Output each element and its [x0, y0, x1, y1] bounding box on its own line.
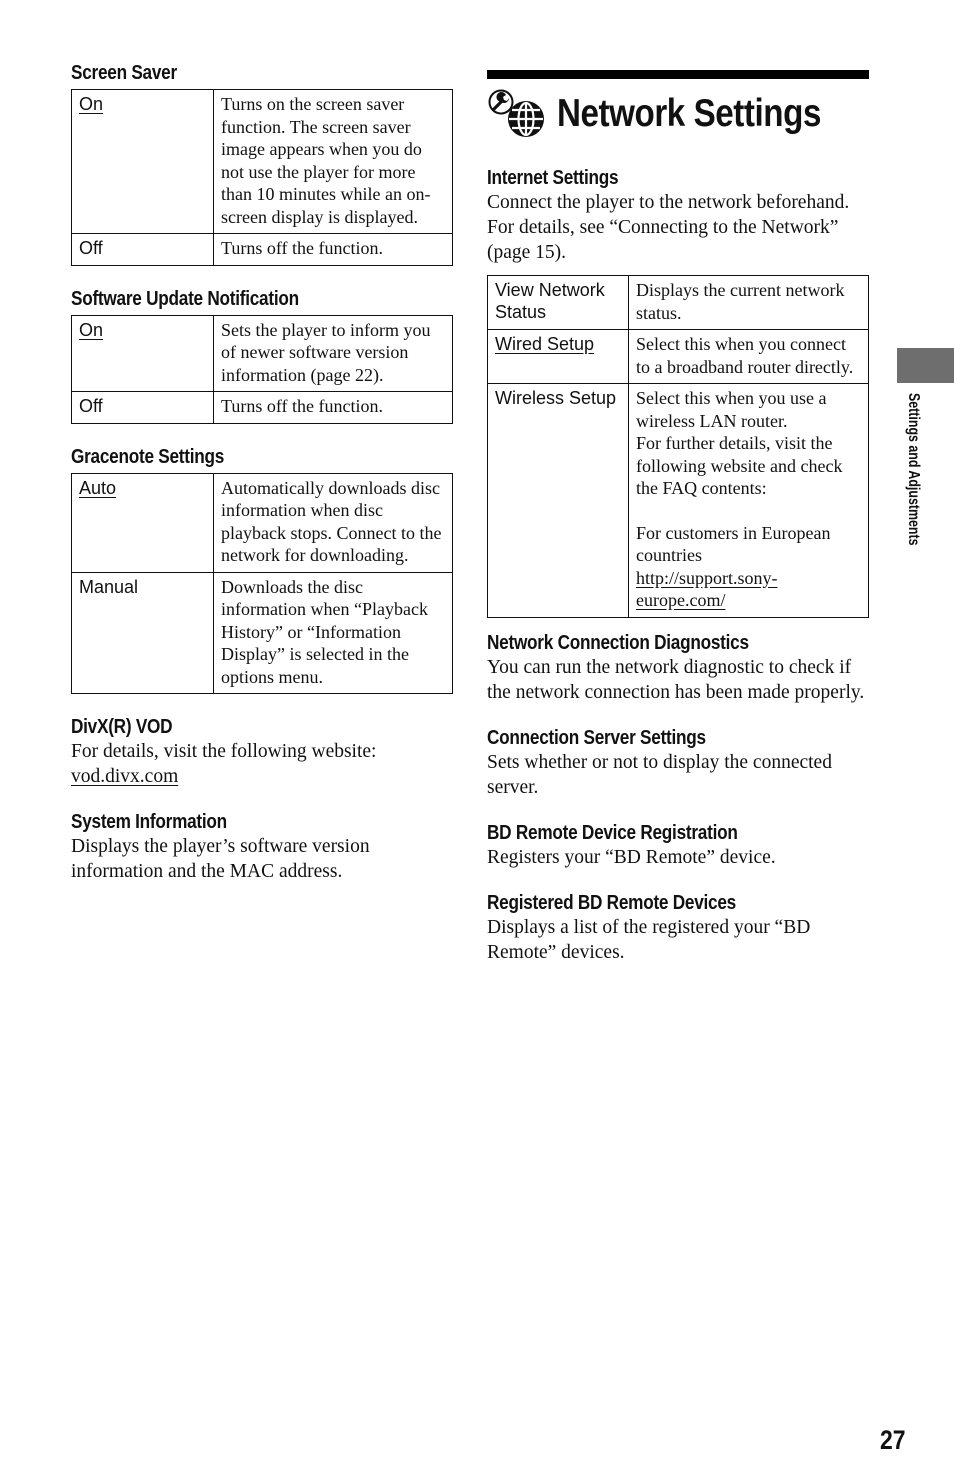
table-row: View Network Status Displays the current…	[487, 275, 869, 330]
description-cell: Turns off the function.	[213, 391, 453, 424]
option-label-default: On	[79, 319, 104, 340]
diagnostics-section: Network Connection Diagnostics You can r…	[487, 632, 869, 705]
option-label: Off	[79, 396, 103, 416]
divx-section: DivX(R) VOD For details, visit the follo…	[71, 716, 453, 789]
page-number: 27	[880, 1425, 906, 1455]
system-info-section: System Information Displays the player’s…	[71, 811, 453, 884]
option-label: Manual	[79, 576, 139, 597]
section-heading: Registered BD Remote Devices	[487, 891, 736, 914]
section-text: Sets whether or not to display the conne…	[487, 751, 832, 798]
description-cell: Select this when you use a wireless LAN …	[628, 383, 869, 618]
description-cell: Turns off the function.	[213, 233, 453, 266]
section-heading: Software Update Notification	[71, 287, 299, 310]
section-heading: Connection Server Settings	[487, 726, 706, 749]
software-update-section: Software Update Notification On Sets the…	[71, 288, 453, 424]
options-table: View Network Status Displays the current…	[487, 275, 869, 618]
title-rule	[487, 70, 869, 79]
option-cell: Manual	[71, 571, 214, 694]
option-label: Wireless Setup	[495, 388, 617, 408]
option-label: View Network Status	[495, 280, 605, 322]
chapter-tab	[897, 348, 954, 383]
page-title-row: Network Settings	[487, 85, 869, 143]
wrench-globe-icon	[488, 89, 544, 137]
option-label-default: On	[79, 94, 104, 114]
description-line: Select this when you use a wireless LAN …	[636, 388, 827, 431]
options-table: Auto Automatically downloads disc inform…	[71, 472, 453, 695]
table-row: Off Turns off the function.	[71, 233, 453, 266]
section-text: You can run the network diagnostic to ch…	[487, 656, 865, 703]
table-row: Wired Setup Select this when you connect…	[487, 329, 869, 384]
section-heading: DivX(R) VOD	[71, 716, 173, 738]
option-cell: Wireless Setup	[487, 383, 629, 618]
section-heading: Network Connection Diagnostics	[487, 631, 749, 654]
chapter-label-text: Settings and Adjustments	[905, 393, 922, 546]
option-cell: Off	[71, 233, 214, 266]
description-cell: Downloads the disc information when “Pla…	[213, 571, 453, 694]
section-text: Displays the player’s software version i…	[71, 836, 370, 882]
link-paragraph: vod.divx.com	[71, 764, 453, 789]
table-row: Off Turns off the function.	[71, 391, 453, 424]
section-heading: System Information	[71, 811, 227, 833]
connection-server-section: Connection Server Settings Sets whether …	[487, 727, 869, 800]
table-row: On Turns on the screen saver function. T…	[71, 89, 453, 234]
table-row: Auto Automatically downloads disc inform…	[71, 472, 453, 573]
sony-support-link[interactable]: http://support.sony-europe.com/	[636, 568, 778, 611]
page-title: Network Settings	[557, 92, 821, 135]
title-icon-group	[487, 88, 549, 140]
description-cell: Select this when you connect to a broadb…	[628, 329, 869, 384]
option-cell: Wired Setup	[487, 329, 629, 384]
bd-remote-registration-section: BD Remote Device Registration Registers …	[487, 822, 869, 870]
description-line: For further details, visit the following…	[636, 433, 843, 498]
section-text: Displays a list of the registered your “…	[487, 916, 811, 963]
options-table: On Turns on the screen saver function. T…	[71, 89, 453, 266]
option-cell: On	[71, 314, 214, 392]
description-cell: Automatically downloads disc information…	[213, 472, 453, 573]
option-cell: On	[71, 89, 214, 234]
description-line: For customers in European countries	[636, 522, 831, 566]
chapter-label: Settings and Adjustments	[900, 393, 924, 603]
section-heading: Gracenote Settings	[71, 445, 225, 468]
left-column: Screen Saver On Turns on the screen save…	[71, 62, 453, 884]
divx-link[interactable]: vod.divx.com	[71, 766, 178, 787]
section-text: Registers your “BD Remote” device.	[487, 846, 776, 868]
link-wrap: http://support.sony-europe.com/	[636, 567, 864, 612]
option-label-default: Wired Setup	[495, 334, 595, 354]
table-row: Manual Downloads the disc information wh…	[71, 571, 453, 694]
description-cell: Turns on the screen saver function. The …	[213, 89, 453, 234]
globe-icon	[508, 101, 544, 137]
wrench-icon	[488, 89, 514, 115]
screen-saver-section: Screen Saver On Turns on the screen save…	[71, 62, 453, 266]
right-column: Network Settings Internet Settings Conne…	[487, 70, 869, 965]
gracenote-section: Gracenote Settings Auto Automatically do…	[71, 446, 453, 695]
option-cell: Off	[71, 391, 214, 424]
option-label: Off	[79, 238, 103, 258]
section-heading: Screen Saver	[71, 62, 177, 84]
table-row: On Sets the player to inform you of newe…	[71, 314, 453, 392]
option-label-default: Auto	[79, 477, 117, 498]
section-heading: Internet Settings	[487, 167, 619, 189]
internet-settings-section: Internet Settings Connect the player to …	[487, 167, 869, 618]
table-row: Wireless Setup Select this when you use …	[487, 383, 869, 618]
description-cell: Sets the player to inform you of newer s…	[213, 314, 453, 392]
option-cell: View Network Status	[487, 275, 629, 330]
description-cell: Displays the current network status.	[628, 275, 869, 330]
section-heading: BD Remote Device Registration	[487, 821, 738, 844]
option-cell: Auto	[71, 472, 214, 573]
section-text: Connect the player to the network before…	[487, 192, 850, 263]
options-table: On Sets the player to inform you of newe…	[71, 314, 453, 424]
section-text: For details, visit the following website…	[71, 741, 377, 762]
registered-bd-remote-section: Registered BD Remote Devices Displays a …	[487, 892, 869, 965]
